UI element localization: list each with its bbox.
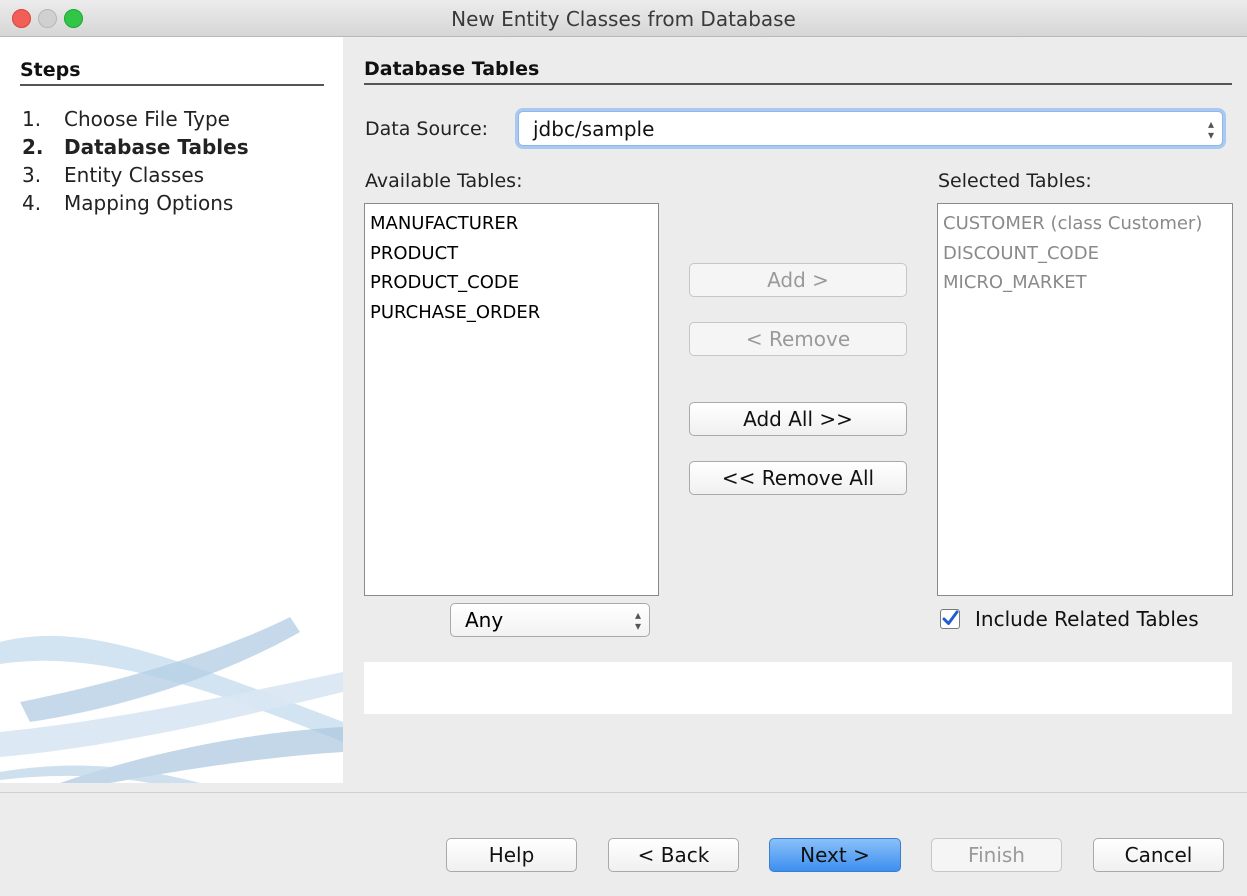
list-item[interactable]: PURCHASE_ORDER bbox=[365, 298, 658, 328]
steps-panel: Steps 1. Choose File Type 2. Database Tabl… bbox=[0, 37, 343, 783]
include-related-checkbox[interactable] bbox=[940, 609, 960, 629]
steps-heading: Steps bbox=[20, 59, 324, 86]
step-label: Choose File Type bbox=[64, 107, 230, 131]
step-number: 1. bbox=[22, 107, 42, 131]
table-filter-value: Any bbox=[465, 608, 504, 632]
available-tables-label: Available Tables: bbox=[365, 170, 523, 192]
step-number: 2. bbox=[22, 135, 44, 159]
step-choose-file-type: 1. Choose File Type bbox=[22, 107, 230, 131]
remove-all-button[interactable]: << Remove All bbox=[689, 461, 907, 495]
available-tables-list[interactable]: MANUFACTURER PRODUCT PRODUCT_CODE PURCHA… bbox=[364, 203, 659, 596]
checkmark-icon bbox=[942, 610, 959, 625]
list-item[interactable]: DISCOUNT_CODE bbox=[938, 239, 1232, 269]
cancel-button[interactable]: Cancel bbox=[1093, 838, 1224, 872]
decorative-swoosh-graphic bbox=[0, 617, 343, 783]
updown-arrows-icon: ▴ ▾ bbox=[1207, 117, 1214, 142]
next-button[interactable]: Next > bbox=[769, 838, 901, 872]
step-number: 3. bbox=[22, 163, 42, 187]
step-label: Entity Classes bbox=[64, 163, 205, 187]
list-item[interactable]: PRODUCT bbox=[365, 239, 658, 269]
selected-tables-label: Selected Tables: bbox=[938, 170, 1092, 192]
section-heading: Database Tables bbox=[364, 58, 1232, 85]
window-titlebar: New Entity Classes from Database bbox=[0, 0, 1247, 37]
list-item[interactable]: MANUFACTURER bbox=[365, 209, 658, 239]
list-item[interactable]: MICRO_MARKET bbox=[938, 268, 1232, 298]
window-title: New Entity Classes from Database bbox=[451, 7, 796, 31]
add-button[interactable]: Add > bbox=[689, 263, 907, 297]
data-source-value: jdbc/sample bbox=[533, 117, 655, 141]
step-label: Database Tables bbox=[64, 135, 249, 159]
message-area bbox=[364, 662, 1232, 714]
data-source-select[interactable]: jdbc/sample ▴ ▾ bbox=[518, 111, 1223, 146]
list-item[interactable]: PRODUCT_CODE bbox=[365, 268, 658, 298]
include-related-label[interactable]: Include Related Tables bbox=[975, 607, 1199, 631]
footer-divider bbox=[0, 792, 1247, 793]
data-source-label: Data Source: bbox=[365, 118, 489, 140]
step-database-tables: 2. Database Tables bbox=[22, 135, 249, 159]
table-filter-select[interactable]: Any ▴ ▾ bbox=[450, 603, 650, 637]
finish-button[interactable]: Finish bbox=[931, 838, 1062, 872]
step-number: 4. bbox=[22, 191, 42, 215]
step-mapping-options: 4. Mapping Options bbox=[22, 191, 233, 215]
remove-button[interactable]: < Remove bbox=[689, 322, 907, 356]
back-button[interactable]: < Back bbox=[608, 838, 739, 872]
updown-arrows-icon: ▴ ▾ bbox=[634, 608, 641, 633]
step-entity-classes: 3. Entity Classes bbox=[22, 163, 204, 187]
add-all-button[interactable]: Add All >> bbox=[689, 402, 907, 436]
help-button[interactable]: Help bbox=[446, 838, 577, 872]
list-item[interactable]: CUSTOMER (class Customer) bbox=[938, 209, 1232, 239]
step-label: Mapping Options bbox=[64, 191, 234, 215]
selected-tables-list[interactable]: CUSTOMER (class Customer) DISCOUNT_CODE … bbox=[937, 203, 1233, 596]
